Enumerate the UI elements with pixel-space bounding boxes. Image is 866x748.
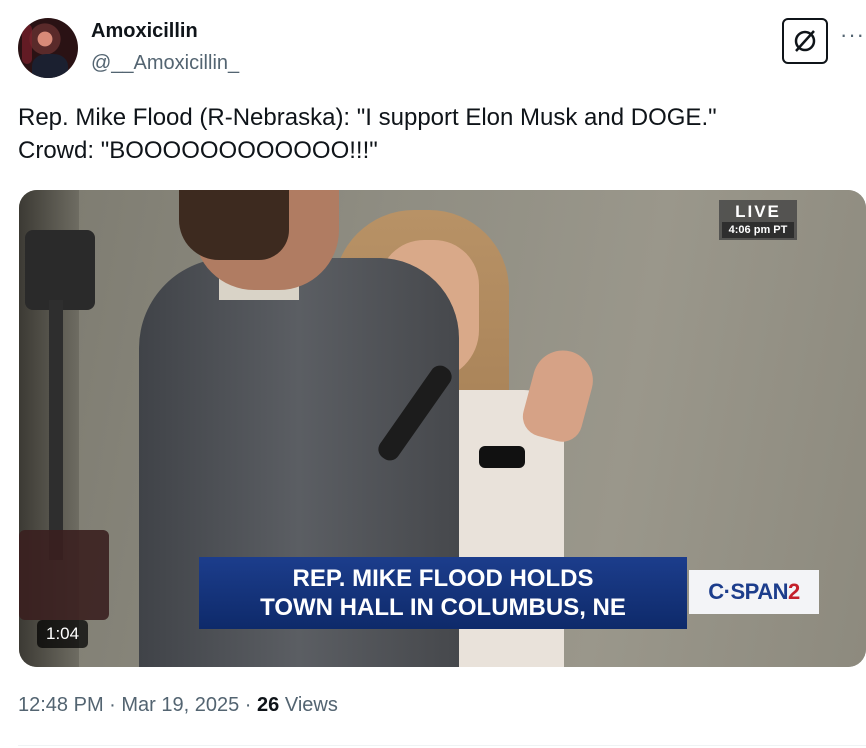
live-time: 4:06 pm PT xyxy=(722,222,794,238)
views-count[interactable]: 26 xyxy=(257,694,279,716)
live-label: LIVE xyxy=(735,202,781,221)
display-name[interactable]: Amoxicillin xyxy=(91,20,198,43)
network-logo-number: 2 xyxy=(787,579,800,604)
camera-gimbal xyxy=(25,230,95,310)
meta-separator: · xyxy=(239,694,258,716)
grok-icon xyxy=(794,30,816,52)
grok-button[interactable] xyxy=(782,18,828,64)
divider xyxy=(18,745,866,746)
chyron-line: REP. MIKE FLOOD HOLDS xyxy=(292,565,594,592)
tweet-meta: 12:48 PM · Mar 19, 2025 · 26 Views xyxy=(18,694,338,717)
man-hair xyxy=(179,190,289,260)
chyron: REP. MIKE FLOOD HOLDS TOWN HALL IN COLUM… xyxy=(199,557,687,629)
avatar-figure xyxy=(32,54,68,78)
video-player[interactable]: LIVE 4:06 pm PT REP. MIKE FLOOD HOLDS TO… xyxy=(19,190,866,667)
tweet-time[interactable]: 12:48 PM xyxy=(18,694,104,716)
live-badge: LIVE 4:06 pm PT xyxy=(719,200,797,240)
avatar[interactable] xyxy=(18,18,78,78)
network-logo: C·SPAN 2 xyxy=(689,570,819,614)
chyron-line: TOWN HALL IN COLUMBUS, NE xyxy=(260,594,626,621)
views-label: Views xyxy=(279,694,338,716)
phone xyxy=(479,446,525,468)
camera-base xyxy=(19,530,109,620)
user-handle[interactable]: @__Amoxicillin_ xyxy=(91,52,239,75)
more-icon[interactable]: ··· xyxy=(840,22,865,48)
tweet-text: Rep. Mike Flood (R-Nebraska): "I support… xyxy=(18,101,848,167)
tweet-line: Rep. Mike Flood (R-Nebraska): "I support… xyxy=(18,104,717,131)
tweet-date[interactable]: Mar 19, 2025 xyxy=(121,694,239,716)
avatar-backdrop xyxy=(22,24,32,64)
tweet-line: Crowd: "BOOOOOOOOOOOO!!!" xyxy=(18,137,378,164)
meta-separator: · xyxy=(103,694,122,716)
camera-stick xyxy=(49,300,63,560)
network-logo-text: C·SPAN xyxy=(708,579,788,604)
video-duration: 1:04 xyxy=(37,620,89,648)
